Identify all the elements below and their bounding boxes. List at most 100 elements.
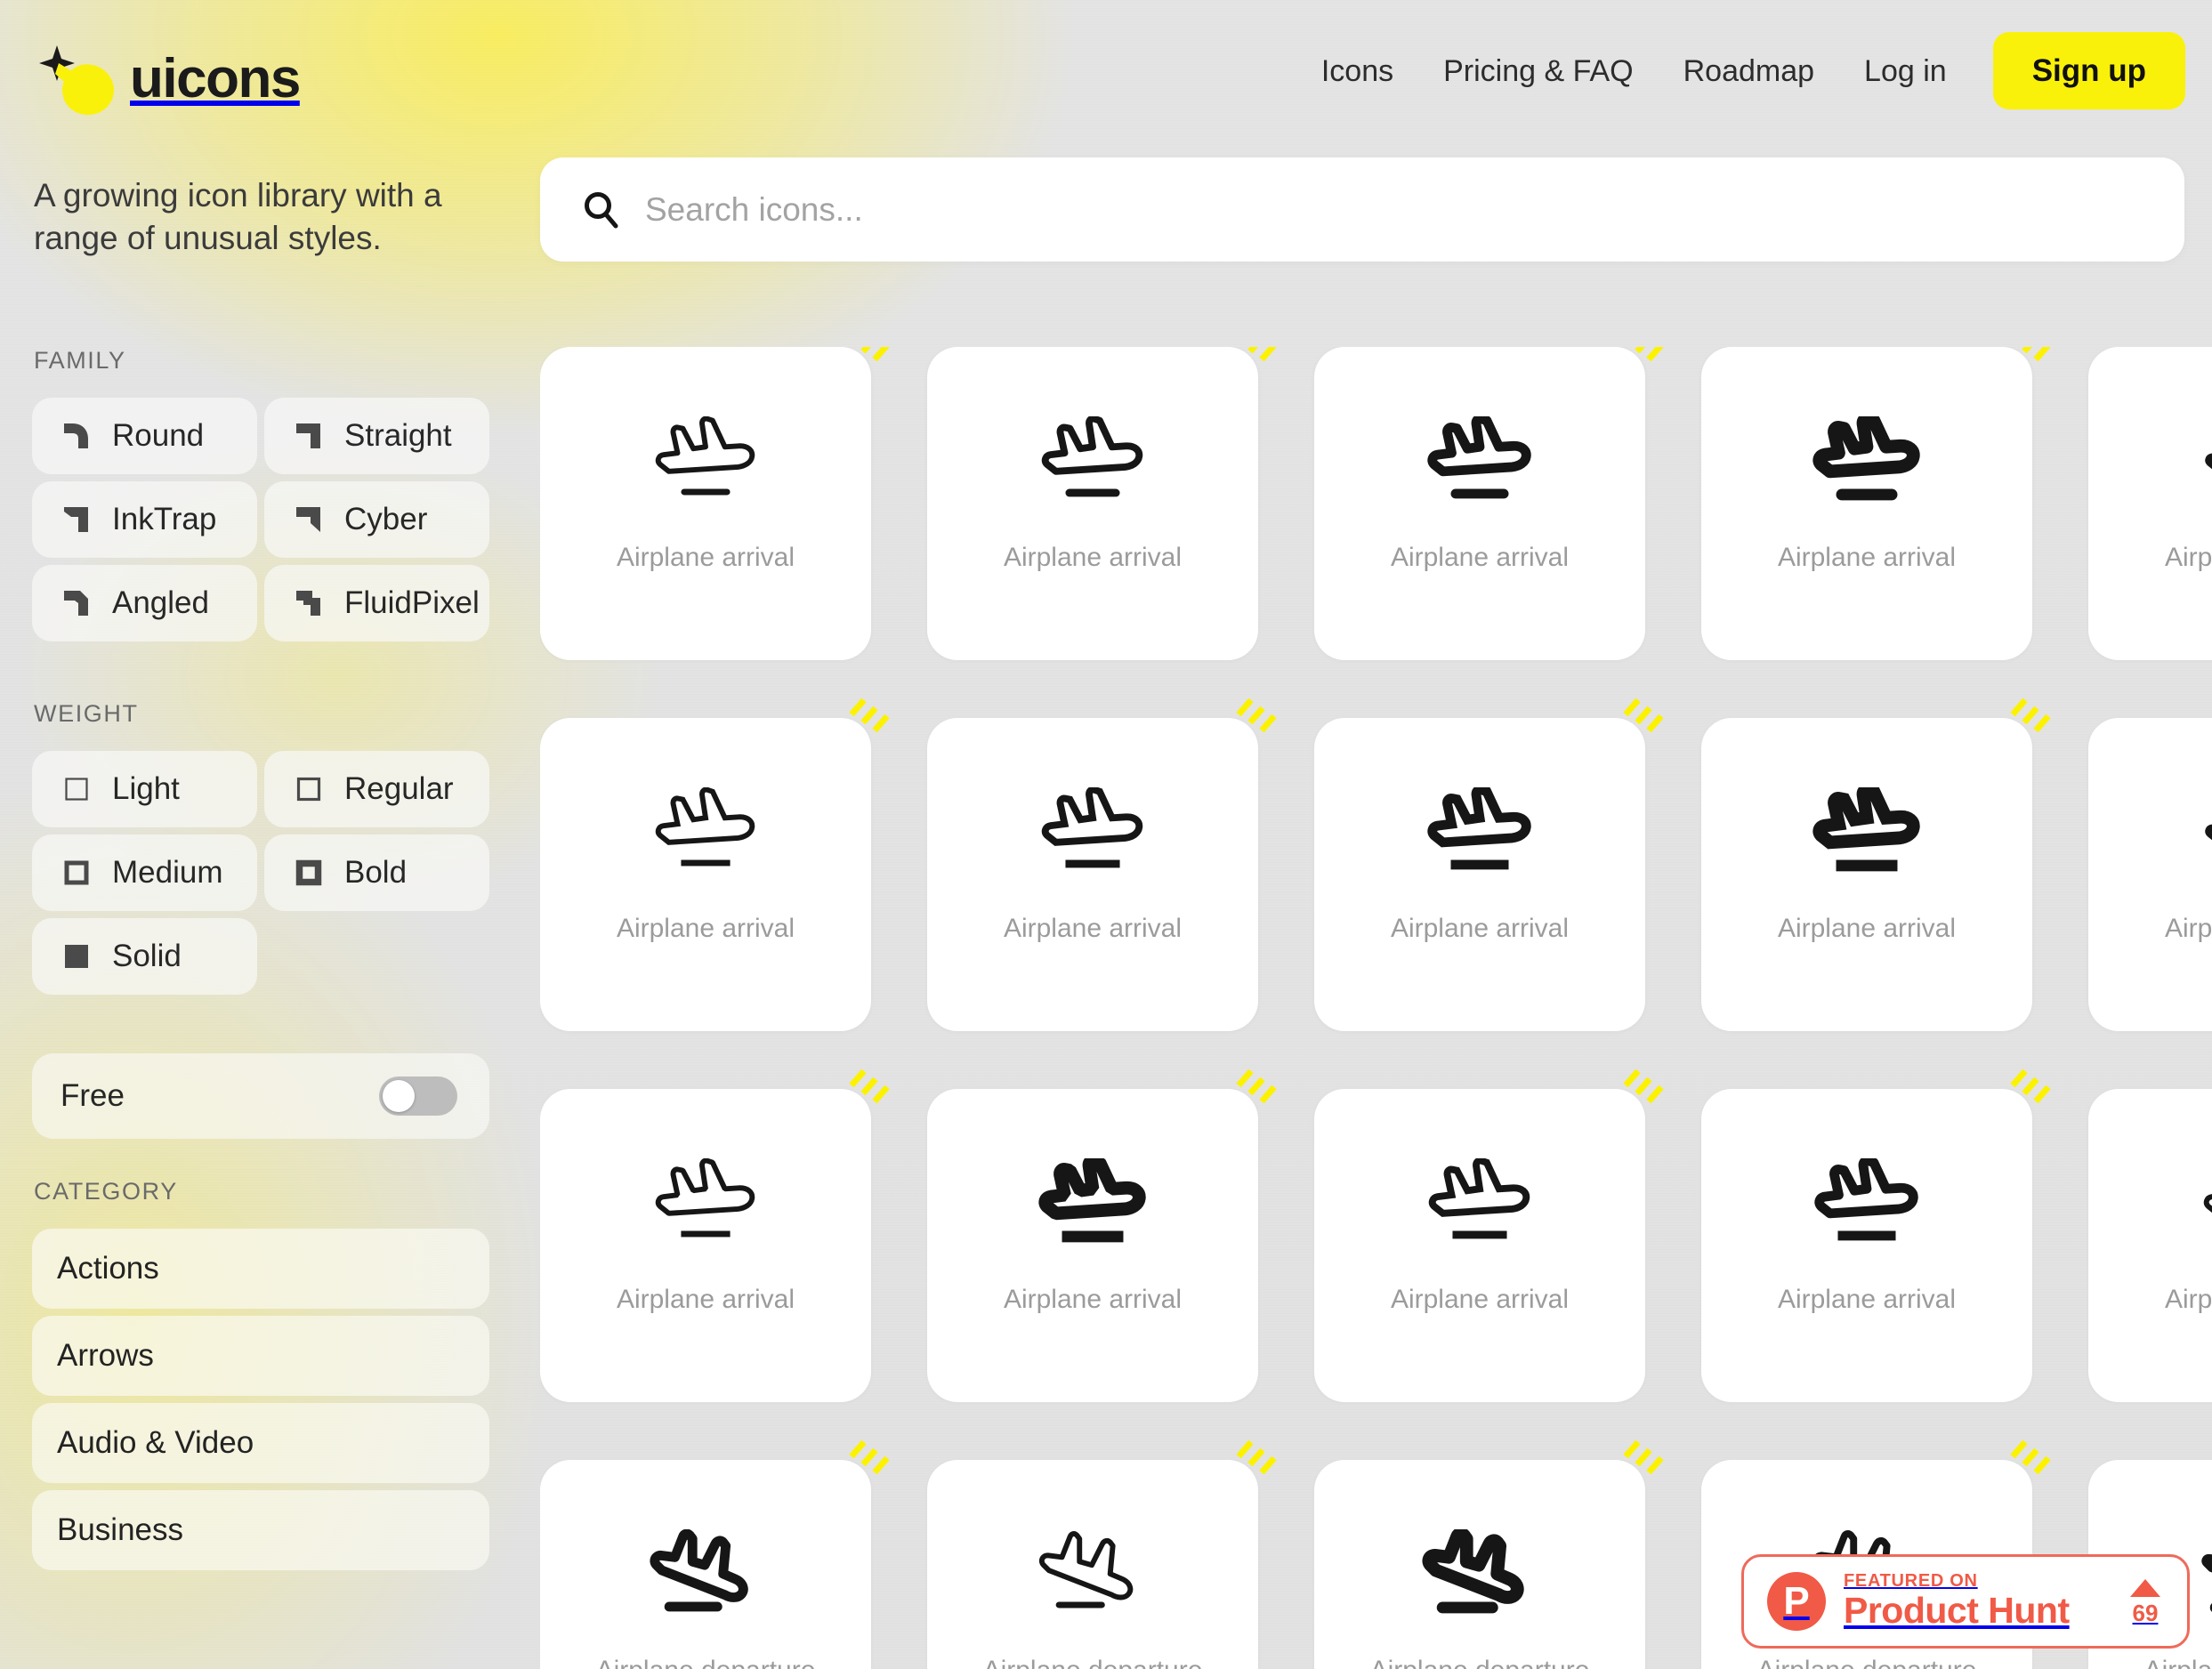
icon-card[interactable]: Airplane arrival — [1314, 1069, 1664, 1402]
icon-card-label: Airplane arrival — [1003, 543, 1183, 572]
icon-card-label: Airplane departure — [1757, 1656, 1977, 1669]
product-hunt-name: Product Hunt — [1844, 1590, 2070, 1632]
category-item-actions[interactable]: Actions — [32, 1229, 489, 1309]
sign-up-button[interactable]: Sign up — [1992, 32, 2185, 109]
card-sparkle-dashes-icon — [2010, 698, 2051, 733]
icon-card[interactable]: Airplane departure — [927, 1440, 1277, 1669]
free-filter-row[interactable]: Free — [32, 1053, 489, 1139]
filters-sidebar: FAMILY Round Straight InkTrap Cyber Angl… — [0, 347, 516, 1669]
icon-card-label: Airplane arrival — [616, 543, 795, 572]
card-sparkle-dashes-icon — [1623, 698, 1664, 733]
icon-card[interactable]: Airplane arrival — [540, 698, 890, 1031]
icon-card[interactable]: Airplane arrival — [2088, 718, 2212, 1031]
airplane-departure-icon — [1422, 1529, 1524, 1614]
nav-link-icons[interactable]: Icons — [1296, 56, 1418, 86]
icon-card[interactable]: Airplane arrival — [540, 1069, 890, 1402]
nav-link-pricing[interactable]: Pricing & FAQ — [1418, 56, 1659, 86]
airplane-departure-icon — [2201, 1553, 2212, 1612]
icon-card-label: Airplane arrival — [616, 914, 795, 943]
card-sparkle-dashes-icon — [1635, 347, 1664, 362]
nav-link-login[interactable]: Log in — [1839, 56, 1972, 86]
search-input[interactable] — [645, 190, 2143, 229]
airplane-arrival-icon — [1038, 1158, 1146, 1243]
icon-card-label: Airplane arrival — [2164, 543, 2212, 572]
icon-card-label: Airplane arrival — [1003, 914, 1183, 943]
brand-logo-link[interactable]: uicons — [32, 42, 301, 117]
icon-card-label: Airplane arrival — [2164, 914, 2212, 943]
weight-filter-group: Light Regular Medium Bold Solid — [0, 751, 516, 995]
family-option-round[interactable]: Round — [32, 398, 257, 474]
icon-card[interactable]: Airplane arrival — [540, 347, 890, 660]
category-item-audio-video[interactable]: Audio & Video — [32, 1403, 489, 1483]
weight-option-regular[interactable]: Regular — [264, 751, 489, 827]
star-blob-logo-icon — [39, 45, 114, 115]
family-option-straight[interactable]: Straight — [264, 398, 489, 474]
icon-card[interactable]: Airplane arrival — [1701, 347, 2051, 660]
airplane-arrival-icon — [1428, 1158, 1530, 1239]
icon-card[interactable]: Airplane arrival — [1701, 1069, 2051, 1402]
search-bar[interactable] — [540, 157, 2184, 262]
family-filter-group: Round Straight InkTrap Cyber Angled Flui… — [0, 398, 516, 641]
weight-option-medium[interactable]: Medium — [32, 834, 257, 911]
icon-card[interactable]: Airplane departure — [1314, 1440, 1664, 1669]
family-option-label: InkTrap — [112, 502, 217, 536]
corner-inktrap-icon — [64, 507, 88, 532]
icon-card-label: Airplane arrival — [616, 1285, 795, 1314]
family-option-label: Angled — [112, 585, 209, 620]
icon-card[interactable]: Airplane arrival — [927, 698, 1277, 1031]
icon-card[interactable]: Airplane departure — [540, 1440, 890, 1669]
icon-card-label: Airplane departure — [596, 1656, 816, 1669]
icon-card[interactable]: Airplane arrival — [1314, 698, 1664, 1031]
category-item-business[interactable]: Business — [32, 1490, 489, 1570]
family-option-fluidpixel[interactable]: FluidPixel — [264, 565, 489, 641]
weight-option-bold[interactable]: Bold — [264, 834, 489, 911]
brand-name: uicons — [130, 48, 301, 109]
airplane-arrival-icon — [655, 787, 755, 867]
product-hunt-logo-icon: P — [1767, 1572, 1826, 1631]
corner-straight-icon — [296, 423, 320, 448]
icon-card-label: Airplane arrival — [1390, 543, 1570, 572]
icon-card-label: Airplane arrival — [1390, 1285, 1570, 1314]
nav-link-roadmap[interactable]: Roadmap — [1659, 56, 1839, 86]
airplane-arrival-icon — [2205, 453, 2212, 470]
main-nav: Icons Pricing & FAQ Roadmap Log in Sign … — [1296, 32, 2185, 109]
airplane-arrival-icon — [1041, 416, 1143, 497]
category-item-arrows[interactable]: Arrows — [32, 1316, 489, 1396]
card-sparkle-dashes-icon — [2010, 1440, 2051, 1475]
card-sparkle-dashes-icon — [860, 347, 890, 362]
product-hunt-badge[interactable]: P FEATURED ON Product Hunt 69 — [1741, 1554, 2190, 1649]
family-option-angled[interactable]: Angled — [32, 565, 257, 641]
family-option-inktrap[interactable]: InkTrap — [32, 481, 257, 558]
icon-card[interactable]: Airplane arrival — [1701, 698, 2051, 1031]
weight-option-light[interactable]: Light — [32, 751, 257, 827]
card-sparkle-dashes-icon — [1247, 347, 1277, 362]
icon-card[interactable]: Airplane arrival — [2088, 1089, 2212, 1402]
free-toggle-switch[interactable] — [379, 1076, 457, 1116]
card-sparkle-dashes-icon — [1236, 698, 1277, 733]
family-option-label: Round — [112, 418, 205, 453]
icon-card[interactable]: Airplane arrival — [1314, 347, 1664, 660]
icon-card[interactable]: Airplane arrival — [927, 347, 1277, 660]
square-light-icon — [65, 778, 88, 801]
site-header: uicons Icons Pricing & FAQ Roadmap Log i… — [0, 0, 2212, 158]
upvote-triangle-icon — [2130, 1578, 2160, 1597]
weight-option-label: Bold — [344, 855, 408, 890]
family-option-cyber[interactable]: Cyber — [264, 481, 489, 558]
family-option-label: Straight — [344, 418, 452, 453]
airplane-arrival-icon — [1812, 416, 1920, 501]
icon-card-label: Airplane arrival — [2164, 1285, 2212, 1314]
icon-card-label: Airplane arrival — [1777, 914, 1957, 943]
page-root: uicons Icons Pricing & FAQ Roadmap Log i… — [0, 0, 2212, 1669]
card-sparkle-dashes-icon — [1623, 1069, 1664, 1104]
icon-card-label: Airplane arrival — [1777, 1285, 1957, 1314]
weight-option-solid[interactable]: Solid — [32, 918, 257, 995]
airplane-arrival-icon — [1427, 416, 1531, 499]
square-solid-icon — [65, 945, 88, 968]
icon-card[interactable]: Airplane arrival — [2088, 347, 2212, 660]
icon-card[interactable]: Airplane arrival — [927, 1069, 1277, 1402]
airplane-arrival-icon — [2205, 824, 2212, 841]
airplane-arrival-icon — [1812, 787, 1920, 872]
